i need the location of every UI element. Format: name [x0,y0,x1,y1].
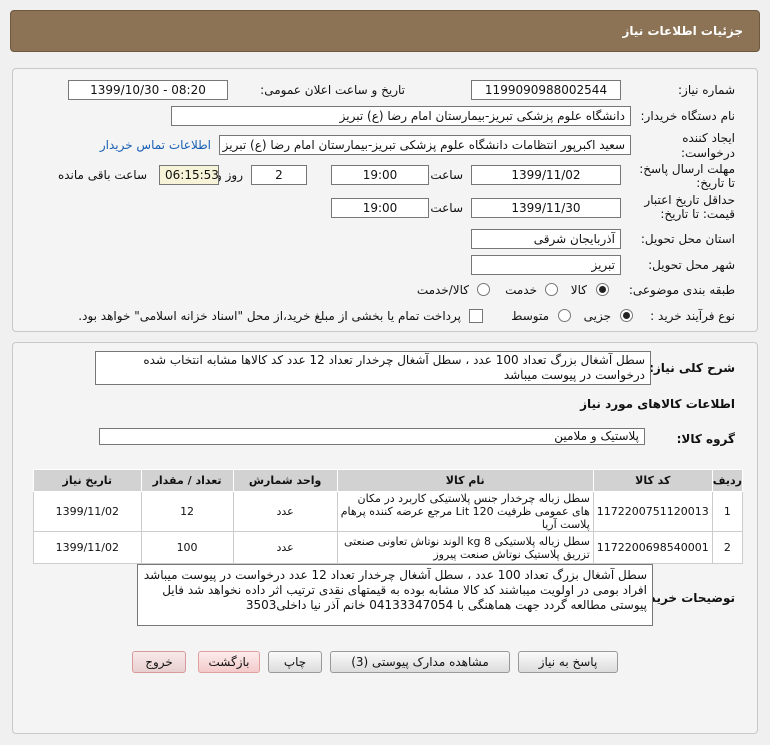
row-name: سطل زباله چرخدار جنس پلاستیکی کاربرد در … [336,491,594,532]
announce-datetime-field[interactable]: 1399/10/30 - 08:20 [68,80,228,100]
row-name: سطل زباله پلاستیکی 8 kg الوند نوتاش تعاو… [336,531,594,564]
table-header-row: ردیف کد کالا نام کالا واحد شمارش تعداد /… [33,469,744,492]
view-attachments-button[interactable]: مشاهده مدارک پیوستی (3) [330,651,510,673]
process-medium-label: متوسط [511,309,549,323]
table-row[interactable]: 1 1172200751120013 سطل زباله چرخدار جنس … [33,491,744,532]
row-unit: عدد [232,491,338,532]
col-header-code: کد کالا [592,469,713,492]
goods-group-field[interactable]: پلاستیک و ملامین [99,428,645,445]
row-quantity: 100 [140,531,234,564]
validity-time-label: ساعت [430,201,463,215]
city-label: شهر محل تحویل: [648,258,735,272]
col-header-date: تاریخ نیاز [33,469,142,492]
category-goods-label: کالا [570,283,587,297]
row-quantity: 12 [140,491,234,532]
buyer-org-label: نام دستگاه خریدار: [640,109,736,123]
row-index: 2 [711,531,744,564]
category-both-label: کالا/خدمت [416,283,469,297]
row-unit: عدد [232,531,338,564]
process-minor-radio[interactable] [620,309,633,322]
table-row[interactable]: 2 1172200698540001 سطل زباله پلاستیکی 8 … [33,531,744,564]
col-header-quantity: تعداد / مقدار [140,469,234,492]
page-header: جزئیات اطلاعات نیاز [10,10,760,52]
row-code: 1172200751120013 [592,491,713,532]
validity-time-field[interactable]: 19:00 [331,198,429,218]
print-button[interactable]: چاپ [268,651,322,673]
col-header-unit: واحد شمارش [232,469,338,492]
category-goods-radio[interactable] [596,283,609,296]
province-label: استان محل تحویل: [640,232,735,246]
back-button[interactable]: بازگشت [198,651,260,673]
needs-panel: شرح کلی نیاز: سطل آشغال بزرگ تعداد 100 ع… [12,342,758,734]
col-header-name: نام کالا [336,469,594,492]
validity-date-field[interactable]: 1399/11/30 [471,198,621,218]
process-medium-radio[interactable] [558,309,571,322]
creator-label: ایجاد کننده درخواست: [681,131,735,160]
row-code: 1172200698540001 [592,531,713,564]
need-number-field[interactable]: 1199090988002544 [471,80,621,100]
page-title: جزئیات اطلاعات نیاز [622,24,743,38]
remaining-time-label: ساعت باقی مانده [57,168,147,182]
summary-field[interactable]: سطل آشغال بزرگ تعداد 100 عدد ، سطل آشغال… [95,351,651,385]
goods-section-title: اطلاعات کالاهای مورد نیاز [580,397,735,411]
price-validity-label: حداقل تاریخ اعتبار قیمت: تا تاریخ: [644,193,735,221]
days-label: روز و [216,168,243,182]
need-number-label: شماره نیاز: [678,83,735,97]
col-header-index: ردیف [711,469,744,492]
row-index: 1 [711,491,744,532]
category-service-radio[interactable] [545,283,558,296]
row-date: 1399/11/02 [33,491,142,532]
buyer-notes-field[interactable]: سطل آشغال بزرگ تعداد 100 عدد ، سطل آشغال… [137,564,653,626]
reply-time-field[interactable]: 19:00 [331,165,429,185]
treasury-payment-label: پرداخت تمام یا بخشی از مبلغ خرید،از محل … [78,309,461,323]
city-field[interactable]: تبریز [471,255,621,275]
province-field[interactable]: آذربایجان شرقی [471,229,621,249]
details-panel: شماره نیاز: 1199090988002544 تاریخ و ساع… [12,68,758,332]
exit-button[interactable]: خروج [132,651,186,673]
buyer-org-field[interactable]: دانشگاه علوم پزشکی تبریز-بیمارستان امام … [171,106,631,126]
goods-group-label: گروه کالا: [676,432,735,446]
reply-time-label: ساعت [430,168,463,182]
category-service-label: خدمت [505,283,537,297]
category-both-radio[interactable] [477,283,490,296]
creator-field[interactable]: سعید اکبرپور انتظامات دانشگاه علوم پزشکی… [219,135,631,155]
process-type-label: نوع فرآیند خرید : [650,309,735,323]
treasury-payment-checkbox[interactable] [469,309,483,323]
reply-deadline-label: مهلت ارسال پاسخ: تا تاریخ: [639,162,735,190]
days-remaining-field[interactable]: 2 [251,165,307,185]
category-label: طبقه بندی موضوعی: [628,283,735,297]
row-date: 1399/11/02 [33,531,142,564]
summary-label: شرح کلی نیاز: [649,361,735,375]
reply-button[interactable]: پاسخ به نیاز [518,651,618,673]
process-minor-label: جزیی [583,309,611,323]
goods-table: ردیف کد کالا نام کالا واحد شمارش تعداد /… [33,469,744,564]
buyer-contact-link[interactable]: اطلاعات تماس خریدار [100,138,211,152]
reply-date-field[interactable]: 1399/11/02 [471,165,621,185]
announce-datetime-label: تاریخ و ساعت اعلان عمومی: [260,83,405,97]
remaining-time-field: 06:15:53 [159,165,219,185]
